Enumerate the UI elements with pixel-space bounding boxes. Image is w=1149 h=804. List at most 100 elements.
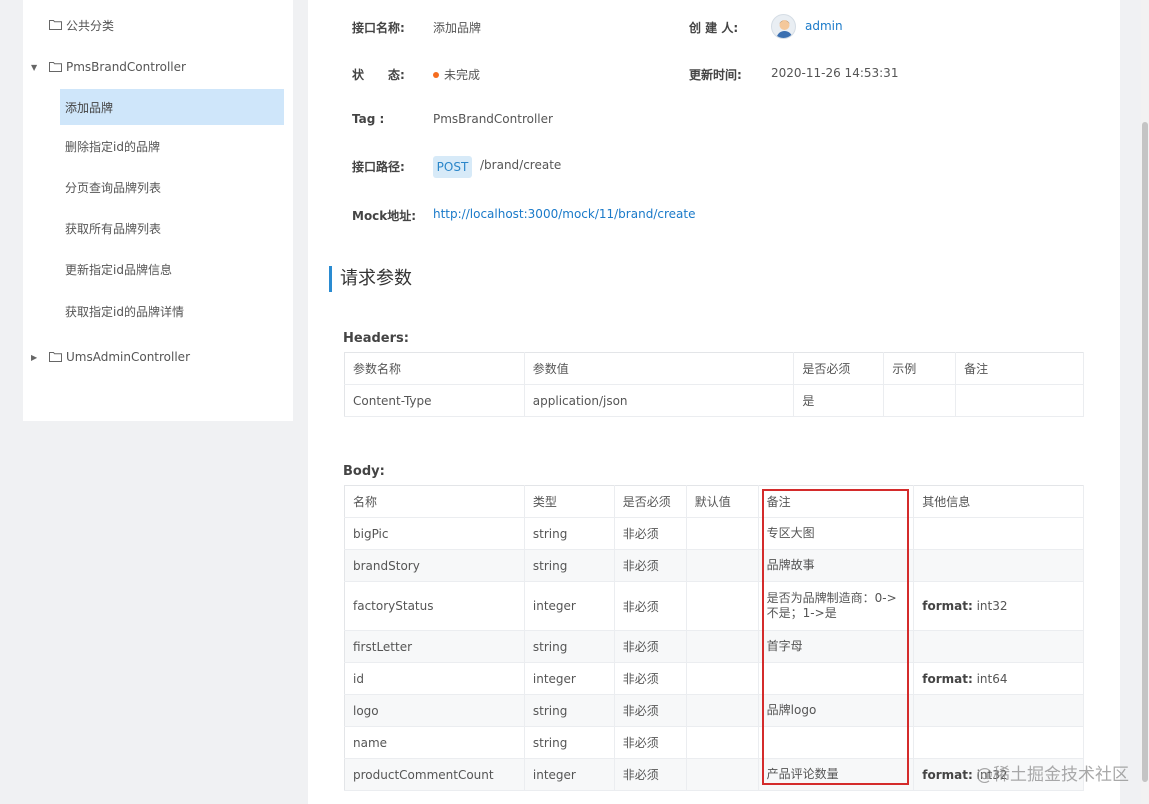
tag-label: Tag : xyxy=(352,112,385,126)
api-tree-sidebar: 公共分类 ▼ PmsBrandController 添加品牌 删除指定id的品牌… xyxy=(23,0,293,421)
table-cell xyxy=(686,662,759,695)
table-cell-other: format: int32 xyxy=(913,581,1084,631)
api-name-value: 添加品牌 xyxy=(433,21,482,35)
tree-folder-umsadmincontroller[interactable]: ▶ UmsAdminController xyxy=(23,344,293,370)
status-dot-icon xyxy=(433,71,439,78)
table-cell: 非必须 xyxy=(614,694,687,727)
table-cell-other xyxy=(913,694,1084,727)
table-cell: 非必须 xyxy=(614,662,687,695)
column-header: 其他信息 xyxy=(913,485,1084,518)
table-cell-other xyxy=(913,726,1084,759)
table-cell: 是 xyxy=(793,384,885,417)
mock-label: Mock地址: xyxy=(352,209,417,223)
format-label: format: xyxy=(922,599,973,613)
headers-table: 参数名称 参数值 是否必须 示例 备注 Content-Type applica… xyxy=(344,352,1084,417)
table-cell xyxy=(686,581,759,631)
table-cell: string xyxy=(524,517,615,550)
table-cell: logo xyxy=(344,694,525,727)
path-value: /brand/create xyxy=(480,158,562,172)
table-header-row: 参数名称 参数值 是否必须 示例 备注 xyxy=(344,352,1084,385)
table-cell: productCommentCount xyxy=(344,758,525,791)
table-cell xyxy=(758,726,915,759)
table-row: Content-Type application/json 是 xyxy=(344,384,1084,417)
api-name-label: 接口名称: xyxy=(352,21,405,35)
api-detail-panel: 接口名称: 添加品牌 创 建 人: admin 状 态: 未完成 更新时间: 2… xyxy=(308,0,1120,804)
table-row: logo string 非必须 品牌logo xyxy=(344,694,1084,727)
path-label: 接口路径: xyxy=(352,160,405,174)
table-cell: string xyxy=(524,694,615,727)
table-cell: integer xyxy=(524,662,615,695)
table-cell: 非必须 xyxy=(614,726,687,759)
body-table: 名称 类型 是否必须 默认值 备注 其他信息 bigPic string 非必须 专区… xyxy=(344,485,1084,791)
updated-label: 更新时间: xyxy=(689,68,742,82)
table-cell xyxy=(686,726,759,759)
table-cell: 品牌故事 xyxy=(758,549,915,582)
column-header: 名称 xyxy=(344,485,525,518)
table-cell-other xyxy=(913,630,1084,663)
format-label: format: xyxy=(922,671,973,686)
table-cell: 非必须 xyxy=(614,549,687,582)
folder-icon xyxy=(49,61,62,72)
table-row: brandStory string 非必须 品牌故事 xyxy=(344,549,1084,582)
mock-url-link[interactable]: http://localhost:3000/mock/11/brand/crea… xyxy=(433,207,695,221)
tree-folder-label: 公共分类 xyxy=(66,18,115,33)
column-header: 参数名称 xyxy=(344,352,525,385)
tree-folder-label: PmsBrandController xyxy=(66,60,186,74)
column-header: 示例 xyxy=(883,352,957,385)
table-row: name string 非必须 xyxy=(344,726,1084,759)
table-cell: firstLetter xyxy=(344,630,525,663)
table-cell: 产品评论数量 xyxy=(758,758,915,791)
tree-item-update-brand[interactable]: 更新指定id品牌信息 xyxy=(60,251,284,287)
table-cell xyxy=(686,630,759,663)
tree-item-list-brand-page[interactable]: 分页查询品牌列表 xyxy=(60,169,284,205)
table-row: factoryStatus integer 非必须 是否为品牌制造商：0->不是；1-… xyxy=(344,581,1084,631)
tree-item-delete-brand[interactable]: 删除指定id的品牌 xyxy=(60,128,284,164)
creator-label: 创 建 人: xyxy=(689,21,739,35)
table-cell: brandStory xyxy=(344,549,525,582)
table-cell xyxy=(686,549,759,582)
column-header: 默认值 xyxy=(686,485,759,518)
table-cell xyxy=(686,517,759,550)
table-header-row: 名称 类型 是否必须 默认值 备注 其他信息 xyxy=(344,485,1084,518)
headers-title: Headers: xyxy=(343,331,409,346)
table-row: bigPic string 非必须 专区大图 xyxy=(344,517,1084,550)
status-label: 状 态: xyxy=(352,68,405,82)
scrollbar-thumb[interactable] xyxy=(1142,122,1148,782)
creator-link[interactable]: admin xyxy=(805,19,843,33)
caret-right-icon[interactable]: ▶ xyxy=(31,353,41,362)
column-header: 参数值 xyxy=(524,352,795,385)
table-cell: 非必须 xyxy=(614,630,687,663)
table-cell: 首字母 xyxy=(758,630,915,663)
table-cell: string xyxy=(524,726,615,759)
tree-folder-public[interactable]: 公共分类 xyxy=(23,12,293,38)
folder-icon xyxy=(49,19,62,30)
tree-item-brand-detail[interactable]: 获取指定id的品牌详情 xyxy=(60,293,284,329)
table-cell: bigPic xyxy=(344,517,525,550)
caret-down-icon[interactable]: ▼ xyxy=(31,63,41,72)
table-cell: 非必须 xyxy=(614,581,687,631)
table-cell: factoryStatus xyxy=(344,581,525,631)
table-cell-other xyxy=(913,517,1084,550)
table-cell: id xyxy=(344,662,525,695)
column-header: 备注 xyxy=(955,352,1084,385)
watermark: @稀土掘金技术社区 xyxy=(976,765,1129,785)
avatar[interactable] xyxy=(771,14,796,39)
table-cell: integer xyxy=(524,581,615,631)
column-header: 是否必须 xyxy=(793,352,885,385)
body-title: Body: xyxy=(343,464,385,479)
table-cell: 是否为品牌制造商：0->不是；1->是 xyxy=(758,581,915,631)
format-label: format: xyxy=(922,767,973,782)
table-cell xyxy=(883,384,957,417)
table-cell: 品牌logo xyxy=(758,694,915,727)
tree-item-list-all-brands[interactable]: 获取所有品牌列表 xyxy=(60,210,284,246)
tree-item-add-brand[interactable]: 添加品牌 xyxy=(60,89,284,125)
table-cell: 非必须 xyxy=(614,758,687,791)
table-cell: string xyxy=(524,549,615,582)
table-row: firstLetter string 非必须 首字母 xyxy=(344,630,1084,663)
format-value: int32 xyxy=(976,599,1008,613)
table-cell-other xyxy=(913,549,1084,582)
table-cell: 非必须 xyxy=(614,517,687,550)
table-cell-other: format: int64 xyxy=(913,662,1084,695)
tree-folder-pmsbrandcontroller[interactable]: ▼ PmsBrandController xyxy=(23,54,293,80)
table-cell xyxy=(758,662,915,695)
